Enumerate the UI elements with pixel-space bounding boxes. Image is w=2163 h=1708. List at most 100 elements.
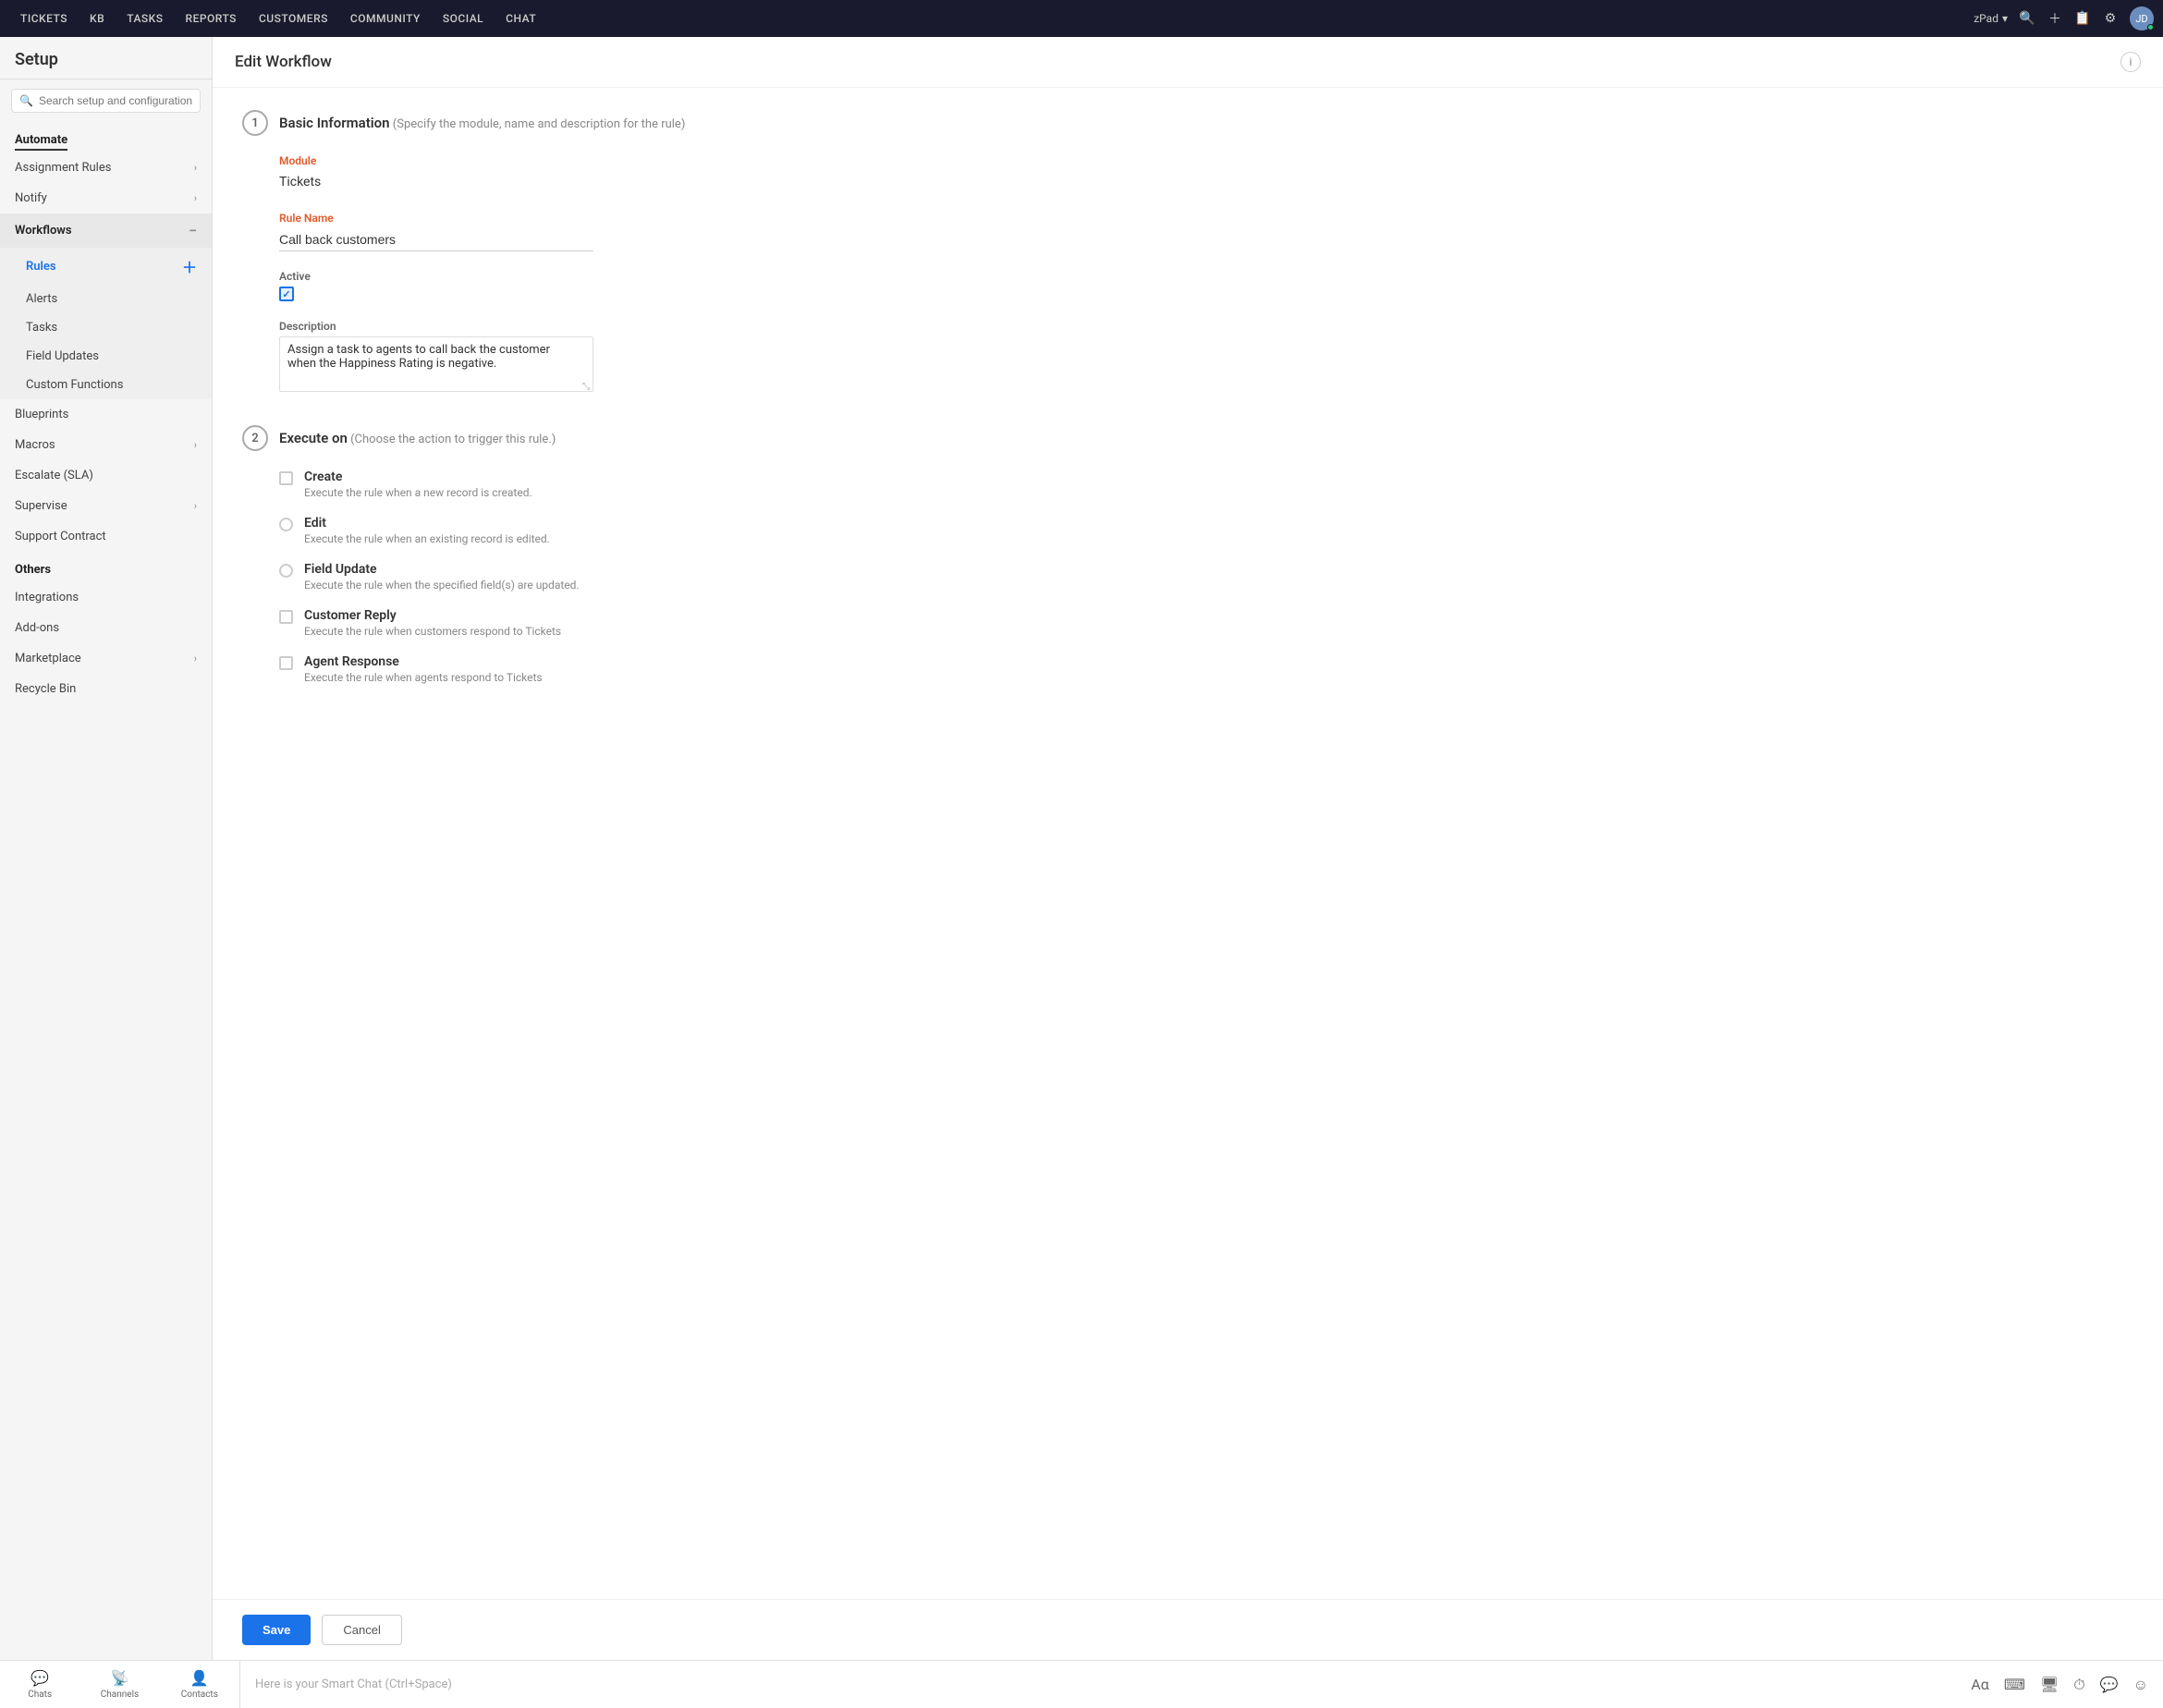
smile-icon[interactable]: ☺ [2133, 1676, 2148, 1694]
search-icon[interactable]: 🔍 [2019, 10, 2035, 27]
settings-icon[interactable]: ⚙ [2102, 10, 2119, 27]
active-checkbox[interactable]: ✓ [279, 287, 294, 301]
macros-label: Macros [15, 438, 55, 452]
nav-kb[interactable]: KB [79, 0, 116, 37]
section2-subtitle: (Choose the action to trigger this rule.… [350, 433, 556, 446]
bottom-nav-channels[interactable]: 📡 Channels [79, 1661, 159, 1708]
agent-response-option-label: Agent Response [304, 654, 543, 669]
sidebar-item-workflows[interactable]: Workflows − [0, 214, 212, 248]
zpad-chevron-icon: ▾ [2002, 12, 2008, 25]
marketplace-label: Marketplace [15, 652, 81, 665]
sidebar-item-add-ons[interactable]: Add-ons [0, 613, 212, 643]
sidebar-item-assignment-rules[interactable]: Assignment Rules › [0, 152, 212, 183]
avatar-initials: JD [2135, 13, 2147, 25]
description-textarea[interactable]: Assign a task to agents to call back the… [279, 336, 593, 392]
nav-tasks[interactable]: TASKS [116, 0, 174, 37]
zpad-label: zPad [1974, 12, 1998, 25]
section2-title-area: Execute on (Choose the action to trigger… [279, 430, 556, 446]
add-icon[interactable]: ＋ [2047, 10, 2063, 27]
execute-option-create: Create Execute the rule when a new recor… [279, 470, 2133, 499]
screen-icon[interactable]: 🖥 [2040, 1676, 2059, 1693]
content-area: Edit Workflow i 1 Basic Information (Spe… [213, 37, 2163, 1660]
section1-title: Basic Information [279, 115, 390, 131]
info-icon[interactable]: i [2120, 52, 2141, 72]
others-section: Others Integrations Add-ons Marketplace … [0, 552, 212, 704]
edit-option-content: Edit Execute the rule when an existing r… [304, 516, 550, 545]
chat-bubble-icon[interactable]: 💬 [2100, 1676, 2119, 1693]
sidebar-search-input[interactable] [39, 94, 192, 107]
online-status-dot [2147, 24, 2154, 30]
agent-response-checkbox[interactable] [279, 656, 293, 670]
save-button[interactable]: Save [242, 1615, 311, 1645]
nav-items: TICKETS KB TASKS REPORTS CUSTOMERS COMMU… [9, 0, 1974, 37]
rules-plus-icon[interactable]: ＋ [182, 255, 197, 277]
agent-response-option-desc: Execute the rule when agents respond to … [304, 671, 543, 684]
bottom-nav-chats[interactable]: 💬 Chats [0, 1661, 79, 1708]
channels-icon: 📡 [111, 1669, 129, 1687]
cancel-button[interactable]: Cancel [322, 1615, 401, 1645]
others-label: Others [15, 563, 51, 577]
sidebar-item-blueprints[interactable]: Blueprints [0, 399, 212, 430]
notify-label: Notify [15, 191, 47, 205]
chats-label: Chats [28, 1690, 52, 1700]
form-content: 1 Basic Information (Specify the module,… [213, 88, 2163, 1599]
nav-community[interactable]: COMMUNITY [339, 0, 432, 37]
module-value: Tickets [279, 171, 2133, 193]
sidebar-submenu-tasks[interactable]: Tasks [0, 313, 212, 342]
agent-response-option-content: Agent Response Execute the rule when age… [304, 654, 543, 684]
sidebar-submenu-custom-functions[interactable]: Custom Functions [0, 371, 212, 399]
page-title: Edit Workflow [235, 53, 332, 71]
sidebar-item-escalate-sla[interactable]: Escalate (SLA) [0, 460, 212, 491]
sidebar-item-recycle-bin[interactable]: Recycle Bin [0, 674, 212, 704]
nav-tickets[interactable]: TICKETS [9, 0, 79, 37]
checkmark-icon: ✓ [282, 288, 290, 300]
contacts-label: Contacts [181, 1690, 218, 1700]
notification-icon[interactable]: 📋 [2074, 10, 2091, 27]
sidebar-search[interactable]: 🔍 [11, 89, 201, 113]
create-checkbox[interactable] [279, 471, 293, 485]
sidebar-item-integrations[interactable]: Integrations [0, 582, 212, 613]
sidebar-item-support-contract[interactable]: Support Contract [0, 521, 212, 552]
section1-subtitle: (Specify the module, name and descriptio… [393, 117, 686, 131]
content-header: Edit Workflow i [213, 37, 2163, 88]
customer-reply-option-content: Customer Reply Execute the rule when cus… [304, 608, 561, 638]
sidebar-submenu-field-updates[interactable]: Field Updates [0, 342, 212, 371]
field-update-radio[interactable] [279, 564, 293, 578]
bottom-right-icons: Aα ⌨ 🖥 ⏱ 💬 ☺ [1956, 1676, 2163, 1694]
sidebar-submenu-alerts[interactable]: Alerts [0, 285, 212, 313]
avatar[interactable]: JD [2130, 6, 2154, 30]
nav-reports[interactable]: REPORTS [175, 0, 248, 37]
rule-name-input[interactable] [279, 228, 593, 251]
workflows-label: Workflows [15, 224, 72, 238]
nav-chat[interactable]: CHAT [495, 0, 547, 37]
keyboard-icon[interactable]: ⌨ [2004, 1676, 2025, 1693]
execute-options: Create Execute the rule when a new recor… [279, 470, 2133, 684]
sidebar-search-icon: 🔍 [19, 94, 33, 107]
execute-option-field-update: Field Update Execute the rule when the s… [279, 562, 2133, 592]
text-size-icon[interactable]: Aα [1971, 1676, 1988, 1693]
macros-chevron-icon: › [194, 439, 197, 451]
sidebar-item-marketplace[interactable]: Marketplace › [0, 643, 212, 674]
top-nav: TICKETS KB TASKS REPORTS CUSTOMERS COMMU… [0, 0, 2163, 37]
workflows-submenu: Rules ＋ Alerts Tasks Field Updates Custo… [0, 248, 212, 399]
customer-reply-checkbox[interactable] [279, 610, 293, 624]
rule-name-label: Rule Name [279, 212, 2133, 225]
module-label: Module [279, 154, 2133, 167]
sidebar-item-supervise[interactable]: Supervise › [0, 491, 212, 521]
sidebar-submenu-rules[interactable]: Rules ＋ [0, 248, 212, 285]
sidebar-item-macros[interactable]: Macros › [0, 430, 212, 460]
bottom-nav-contacts[interactable]: 👤 Contacts [160, 1661, 239, 1708]
nav-social[interactable]: SOCIAL [432, 0, 495, 37]
customer-reply-option-label: Customer Reply [304, 608, 561, 623]
nav-customers[interactable]: CUSTOMERS [248, 0, 339, 37]
sidebar-item-notify[interactable]: Notify › [0, 183, 212, 214]
automate-label: Automate [15, 133, 67, 151]
clock-icon[interactable]: ⏱ [2073, 1676, 2084, 1694]
assignment-rules-chevron-icon: › [194, 162, 197, 174]
edit-radio[interactable] [279, 518, 293, 531]
customer-reply-option-desc: Execute the rule when customers respond … [304, 625, 561, 638]
zpad-button[interactable]: zPad ▾ [1974, 12, 2008, 25]
section1-number: 1 [242, 110, 268, 136]
chats-icon: 💬 [31, 1669, 49, 1687]
field-updates-label: Field Updates [26, 349, 99, 363]
